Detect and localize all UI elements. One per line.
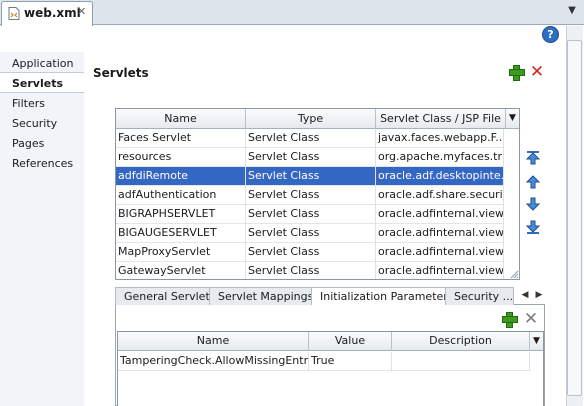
add-servlet-icon[interactable]	[508, 64, 525, 81]
param-header-value[interactable]: Value	[309, 332, 392, 351]
servlet-name-cell[interactable]: GatewayServlet	[116, 262, 246, 279]
servlet-type-cell[interactable]: Servlet Class	[246, 243, 376, 262]
table-row[interactable]: adfAuthentication Servlet Class oracle.adf…	[116, 186, 504, 205]
editor-tab-title: web.xml	[24, 6, 81, 20]
add-parameter-icon[interactable]	[501, 311, 518, 328]
tabs-scroll-right-icon[interactable]: ▶	[533, 288, 545, 302]
servlet-class-cell[interactable]: oracle.adfinternal.view...	[376, 262, 504, 279]
servlet-type-cell[interactable]: Servlet Class	[246, 224, 376, 243]
servlet-type-cell[interactable]: Servlet Class	[246, 129, 376, 148]
xml-file-icon	[8, 7, 20, 20]
servlet-type-cell[interactable]: Servlet Class	[246, 205, 376, 224]
param-column-chooser-icon[interactable]: ▼	[530, 332, 543, 351]
servlets-table-header: Name Type Servlet Class / JSP File ▼	[116, 109, 519, 129]
servlets-table: Name Type Servlet Class / JSP File ▼ Fac…	[115, 108, 520, 280]
param-header-name[interactable]: Name	[118, 332, 309, 351]
table-row[interactable]: GatewayServlet Servlet Class oracle.adfint…	[116, 262, 504, 279]
resize-grip-icon[interactable]	[510, 270, 519, 279]
servlet-class-cell[interactable]: oracle.adf.share.securi...	[376, 186, 504, 205]
servlet-name-cell[interactable]: adfAuthentication	[116, 186, 246, 205]
delete-servlet-icon[interactable]: ✕	[529, 64, 545, 81]
column-header-servlet-class[interactable]: Servlet Class / JSP File	[376, 109, 506, 129]
table-row[interactable]: Faces Servlet Servlet Class javax.faces.we…	[116, 129, 504, 148]
servlet-type-cell[interactable]: Servlet Class	[246, 148, 376, 167]
move-to-bottom-icon[interactable]	[525, 219, 541, 235]
servlet-name-cell[interactable]: BIGRAPHSERVLET	[116, 205, 246, 224]
servlet-class-cell[interactable]: oracle.adfinternal.view...	[376, 243, 504, 262]
tab-security[interactable]: Security ...	[445, 287, 514, 305]
servlet-name-cell[interactable]: Faces Servlet	[116, 129, 246, 148]
parameters-table-header: Name Value Description ▼	[118, 332, 543, 351]
servlet-class-cell[interactable]: org.apache.myfaces.tri...	[376, 148, 504, 167]
detail-tab-bar: General Servlet Servlet Mappings Initial…	[115, 287, 545, 305]
table-row[interactable]: BIGAUGESERVLET Servlet Class oracle.adfint…	[116, 224, 504, 243]
column-chooser-icon[interactable]: ▼	[506, 109, 519, 129]
param-header-description[interactable]: Description	[392, 332, 530, 351]
section-title: Servlets	[93, 66, 149, 80]
move-to-top-icon[interactable]	[525, 150, 541, 166]
table-row[interactable]: BIGRAPHSERVLET Servlet Class oracle.adfint…	[116, 205, 504, 224]
column-header-type[interactable]: Type	[246, 109, 376, 129]
table-row[interactable]: adfdiRemote Servlet Class oracle.adf.deskt…	[116, 167, 504, 186]
sidebar-item-references[interactable]: References	[12, 157, 73, 170]
table-row[interactable]: MapProxyServlet Servlet Class oracle.adfin…	[116, 243, 504, 262]
table-row[interactable]: resources Servlet Class org.apache.myfaces…	[116, 148, 504, 167]
servlet-type-cell[interactable]: Servlet Class	[246, 186, 376, 205]
editor-tab-web-xml[interactable]: web.xml ✕	[1, 1, 93, 26]
param-name-cell[interactable]: TamperingCheck.AllowMissingEntries	[118, 352, 309, 371]
help-icon[interactable]: ?	[542, 26, 559, 43]
sidebar-item-security[interactable]: Security	[12, 117, 57, 130]
tabs-scroll-left-icon[interactable]: ◀	[519, 288, 531, 302]
delete-parameter-icon[interactable]: ✕	[523, 311, 539, 328]
move-down-icon[interactable]	[525, 196, 541, 212]
param-description-cell[interactable]	[392, 352, 530, 371]
servlet-name-cell[interactable]: MapProxyServlet	[116, 243, 246, 262]
sidebar-item-filters[interactable]: Filters	[12, 97, 45, 110]
column-header-name[interactable]: Name	[116, 109, 246, 129]
tab-servlet-mappings[interactable]: Servlet Mappings	[209, 287, 323, 305]
table-row[interactable]: TamperingCheck.AllowMissingEntries True	[118, 352, 530, 371]
move-up-icon[interactable]	[525, 174, 541, 190]
close-tab-icon[interactable]: ✕	[77, 5, 86, 18]
servlet-class-cell[interactable]: oracle.adf.desktopinte...	[376, 167, 504, 186]
servlet-name-cell[interactable]: BIGAUGESERVLET	[116, 224, 246, 243]
servlet-class-cell[interactable]: javax.faces.webapp.F...	[376, 129, 504, 148]
param-value-cell[interactable]: True	[309, 352, 392, 371]
sidebar-item-application[interactable]: Application	[12, 57, 73, 70]
sidebar-item-servlets[interactable]: Servlets	[12, 77, 63, 90]
servlet-class-cell[interactable]: oracle.adfinternal.view...	[376, 205, 504, 224]
sidebar-item-pages[interactable]: Pages	[12, 137, 44, 150]
vertical-scrollbar-thumb[interactable]	[567, 40, 582, 396]
servlet-name-cell[interactable]: resources	[116, 148, 246, 167]
servlet-name-cell[interactable]: adfdiRemote	[116, 167, 246, 186]
servlet-type-cell[interactable]: Servlet Class	[246, 167, 376, 186]
servlet-class-cell[interactable]: oracle.adfinternal.view...	[376, 224, 504, 243]
tab-list-dropdown-icon[interactable]: ▼	[564, 3, 580, 19]
tab-initialization-parameters[interactable]: Initialization Parameters	[311, 287, 463, 305]
tab-general-servlet[interactable]: General Servlet	[115, 287, 219, 305]
servlet-type-cell[interactable]: Servlet Class	[246, 262, 376, 279]
parameters-table: Name Value Description ▼ TamperingCheck.…	[117, 331, 544, 406]
